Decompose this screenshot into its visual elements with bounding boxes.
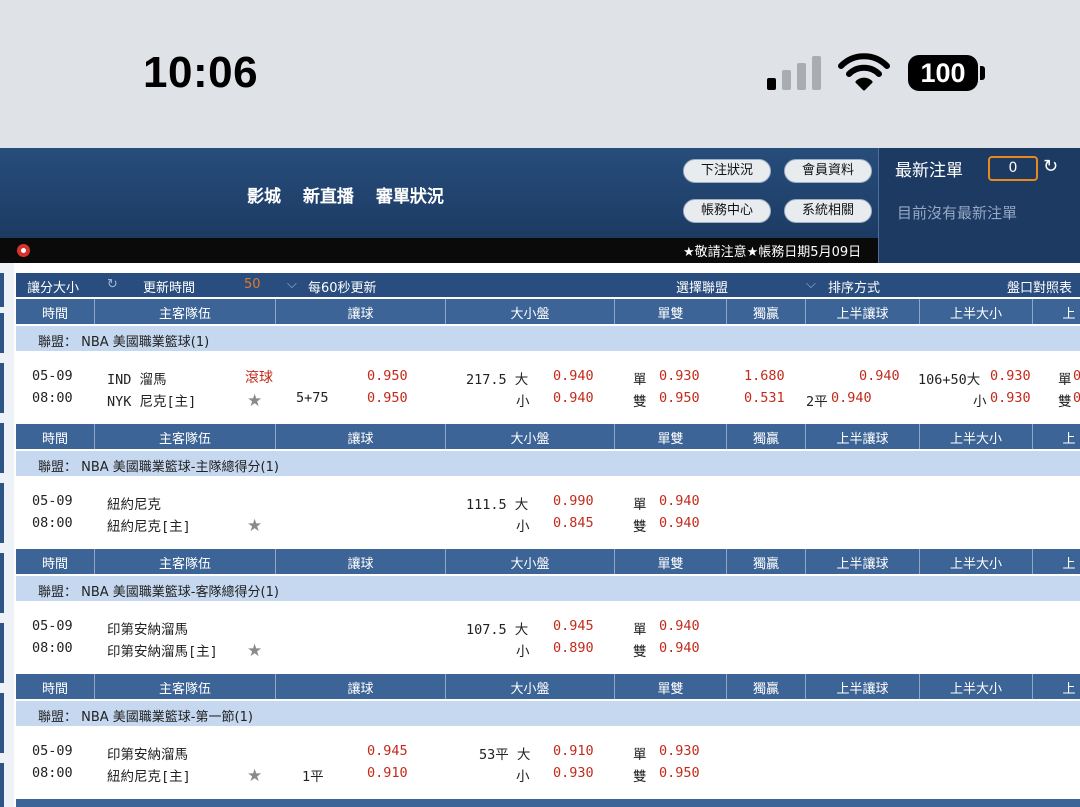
refresh-icon[interactable]: ↻ bbox=[1043, 156, 1058, 177]
odds[interactable]: 0.930 bbox=[990, 390, 1031, 406]
compare-table-button[interactable]: 盤口對照表 bbox=[1007, 277, 1072, 296]
bet-status-button[interactable]: 下注狀況 bbox=[683, 159, 771, 183]
odds[interactable]: 1.680 bbox=[744, 368, 785, 384]
odds[interactable]: 0.950 bbox=[367, 390, 408, 406]
odds[interactable]: 0.930 bbox=[553, 765, 594, 781]
odds[interactable]: 0.940 bbox=[831, 390, 872, 406]
announcement-icon[interactable] bbox=[17, 244, 30, 257]
odds[interactable]: 0.910 bbox=[367, 765, 408, 781]
odds[interactable]: 0.910 bbox=[553, 743, 594, 759]
favorite-star-icon[interactable]: ★ bbox=[247, 391, 262, 411]
league-select[interactable]: 選擇聯盟 bbox=[676, 277, 728, 296]
nav-link-review[interactable]: 審單狀況 bbox=[376, 187, 444, 207]
odds[interactable]: 0.940 bbox=[659, 618, 700, 634]
sort-select[interactable]: 排序方式 bbox=[828, 277, 880, 296]
column-header: 時間 主客隊伍 讓球 大小盤 單雙 獨贏 上半讓球 上半大小 上半 bbox=[16, 299, 1080, 341]
odds[interactable]: 0.990 bbox=[553, 493, 594, 509]
battery-level: 100 bbox=[908, 55, 978, 91]
nav-links: 影城 新直播 審單狀況 bbox=[247, 182, 460, 207]
column-header: 時間 主客隊伍 讓球 大小盤 單雙 獨贏 上半讓球 上半大小 上半 bbox=[16, 424, 1080, 466]
odds-toolbar: 讓分大小 ↻ 更新時間 50 ⌵ 每60秒更新 選擇聯盟 ⌵ 排序方式 盤口對照… bbox=[16, 273, 1080, 297]
latest-bets-count: 0 bbox=[988, 156, 1038, 181]
left-edge bbox=[0, 263, 14, 807]
sort-chevron-icon[interactable]: ⌵ bbox=[806, 277, 816, 292]
odds[interactable]: 0.945 bbox=[553, 618, 594, 634]
wifi-icon bbox=[838, 53, 890, 91]
column-header: 時間 主客隊伍 讓球 大小盤 單雙 獨贏 上半讓球 上半大小 上半 bbox=[16, 674, 1080, 716]
favorite-star-icon[interactable]: ★ bbox=[247, 766, 262, 786]
odds[interactable]: 0.531 bbox=[744, 390, 785, 406]
odds[interactable]: 0.950 bbox=[659, 765, 700, 781]
interval-select[interactable]: 每60秒更新 bbox=[308, 277, 377, 296]
odds[interactable]: 0.930 bbox=[659, 368, 700, 384]
odds[interactable]: 0.940 bbox=[659, 640, 700, 656]
odds[interactable]: 0.940 bbox=[553, 390, 594, 406]
league-band: 聯盟： NBA 美國職業籃球-主隊總得分(1) bbox=[16, 451, 1080, 476]
odds[interactable]: 0.940 bbox=[553, 368, 594, 384]
system-button[interactable]: 系統相關 bbox=[784, 199, 872, 223]
odds[interactable]: 0 bbox=[1073, 368, 1080, 384]
account-center-button[interactable]: 帳務中心 bbox=[683, 199, 771, 223]
column-header-partial bbox=[16, 799, 1080, 807]
countdown: 50 bbox=[244, 277, 261, 292]
odds[interactable]: 0 bbox=[1073, 390, 1080, 406]
odds[interactable]: 0.930 bbox=[659, 743, 700, 759]
odds[interactable]: 0.940 bbox=[659, 515, 700, 531]
update-time-button[interactable]: 更新時間 bbox=[143, 277, 195, 296]
ticker-text: ★敬請注意★帳務日期5月09日 bbox=[683, 245, 862, 260]
favorite-star-icon[interactable]: ★ bbox=[247, 516, 262, 536]
latest-bets-title: 最新注單 bbox=[895, 161, 963, 181]
member-info-button[interactable]: 會員資料 bbox=[784, 159, 872, 183]
league-band: 聯盟： NBA 美國職業籃球-客隊總得分(1) bbox=[16, 576, 1080, 601]
nav-link-live[interactable]: 新直播 bbox=[303, 187, 354, 207]
battery-icon bbox=[980, 66, 985, 80]
odds[interactable]: 0.940 bbox=[859, 368, 900, 384]
odds[interactable]: 0.945 bbox=[367, 743, 408, 759]
handicap-select[interactable]: 讓分大小 bbox=[27, 277, 79, 296]
nav-link-cinema[interactable]: 影城 bbox=[247, 187, 281, 207]
latest-bets-empty: 目前沒有最新注單 bbox=[897, 204, 1018, 222]
chevron-down-icon[interactable]: ⌵ bbox=[287, 277, 297, 292]
refresh-small-icon[interactable]: ↻ bbox=[107, 277, 118, 292]
live-badge: 滾球 bbox=[245, 370, 273, 386]
odds[interactable]: 0.940 bbox=[659, 493, 700, 509]
odds[interactable]: 0.950 bbox=[367, 368, 408, 384]
odds[interactable]: 0.930 bbox=[990, 368, 1031, 384]
league-band: 聯盟： NBA 美國職業籃球(1) bbox=[16, 326, 1080, 351]
cellular-signal-icon bbox=[767, 56, 823, 90]
odds[interactable]: 0.950 bbox=[659, 390, 700, 406]
odds[interactable]: 0.890 bbox=[553, 640, 594, 656]
odds[interactable]: 0.845 bbox=[553, 515, 594, 531]
status-clock: 10:06 bbox=[143, 48, 259, 97]
league-band: 聯盟： NBA 美國職業籃球-第一節(1) bbox=[16, 701, 1080, 726]
column-header: 時間 主客隊伍 讓球 大小盤 單雙 獨贏 上半讓球 上半大小 上半 bbox=[16, 549, 1080, 591]
favorite-star-icon[interactable]: ★ bbox=[247, 641, 262, 661]
